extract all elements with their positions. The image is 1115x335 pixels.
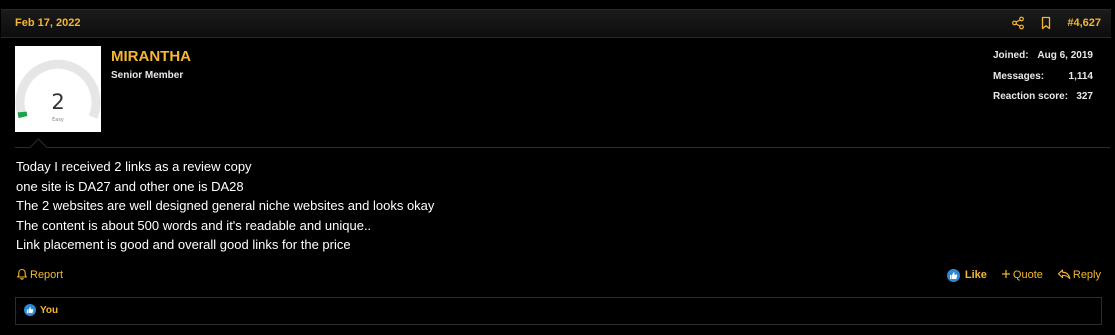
stat-value[interactable]: 1,114	[1069, 71, 1093, 82]
post-body-line: one site is DA27 and other one is DA28	[16, 178, 244, 194]
avatar[interactable]: 2 Easy	[15, 46, 101, 132]
stat-value: Aug 6, 2019	[1037, 50, 1093, 61]
report-label: Report	[30, 269, 64, 281]
quote-button[interactable]: Quote	[1001, 269, 1043, 282]
post-body-line: Link placement is good and overall good …	[16, 237, 351, 252]
stat-messages: Messages: 1,114	[993, 71, 1093, 92]
post-header: Feb 17, 2022 #4,627	[1, 9, 1111, 38]
user-stats: Joined: Aug 6, 2019 Messages: 1,114 Reac…	[993, 50, 1093, 112]
post-actions: Like Quote Reply	[946, 267, 1101, 283]
username[interactable]: MIRANTHA	[111, 48, 191, 65]
stat-label: Messages:	[993, 70, 1045, 82]
stat-value: 327	[1076, 91, 1093, 102]
like-button[interactable]: Like	[946, 268, 987, 282]
quote-label: Quote	[1012, 269, 1043, 281]
divider-arrow	[29, 138, 48, 157]
like-icon	[946, 268, 960, 282]
like-label: Like	[964, 269, 987, 281]
stat-label: Joined:	[993, 50, 1029, 61]
post-body-line: The 2 websites are well designed general…	[16, 198, 435, 213]
alert-icon	[16, 268, 28, 283]
post-date[interactable]: Feb 17, 2022	[15, 17, 80, 29]
stat-label: Reaction score:	[993, 91, 1069, 102]
reactions-summary[interactable]: You	[24, 304, 58, 316]
plus-icon	[1001, 269, 1011, 282]
avatar-number: 2	[51, 90, 65, 114]
reply-icon	[1057, 268, 1071, 283]
avatar-caption: Easy	[52, 117, 64, 123]
reply-label: Reply	[1072, 269, 1101, 281]
forum-post: Feb 17, 2022 #4,627 2 Easy MIRANTHA Seni…	[0, 0, 1115, 335]
stat-reaction-score: Reaction score: 327	[993, 91, 1093, 112]
post-header-actions: #4,627	[1011, 15, 1101, 31]
reply-button[interactable]: Reply	[1057, 268, 1101, 283]
reactions-bar: You	[15, 297, 1102, 325]
post-body: Today I received 2 links as a review cop…	[16, 157, 434, 255]
like-icon	[24, 304, 36, 316]
post-number-link[interactable]: #4,627	[1067, 17, 1101, 29]
bookmark-icon[interactable]	[1039, 16, 1053, 30]
post-body-line: Today I received 2 links as a review cop…	[16, 159, 252, 174]
user-title: Senior Member	[111, 70, 184, 81]
stat-joined: Joined: Aug 6, 2019	[993, 50, 1093, 71]
post-body-line: The content is about 500 words and it's …	[16, 217, 372, 233]
share-icon[interactable]	[1011, 16, 1025, 30]
post-divider	[15, 147, 1110, 148]
report-button[interactable]: Report	[16, 267, 63, 283]
reactions-label: You	[40, 304, 59, 316]
